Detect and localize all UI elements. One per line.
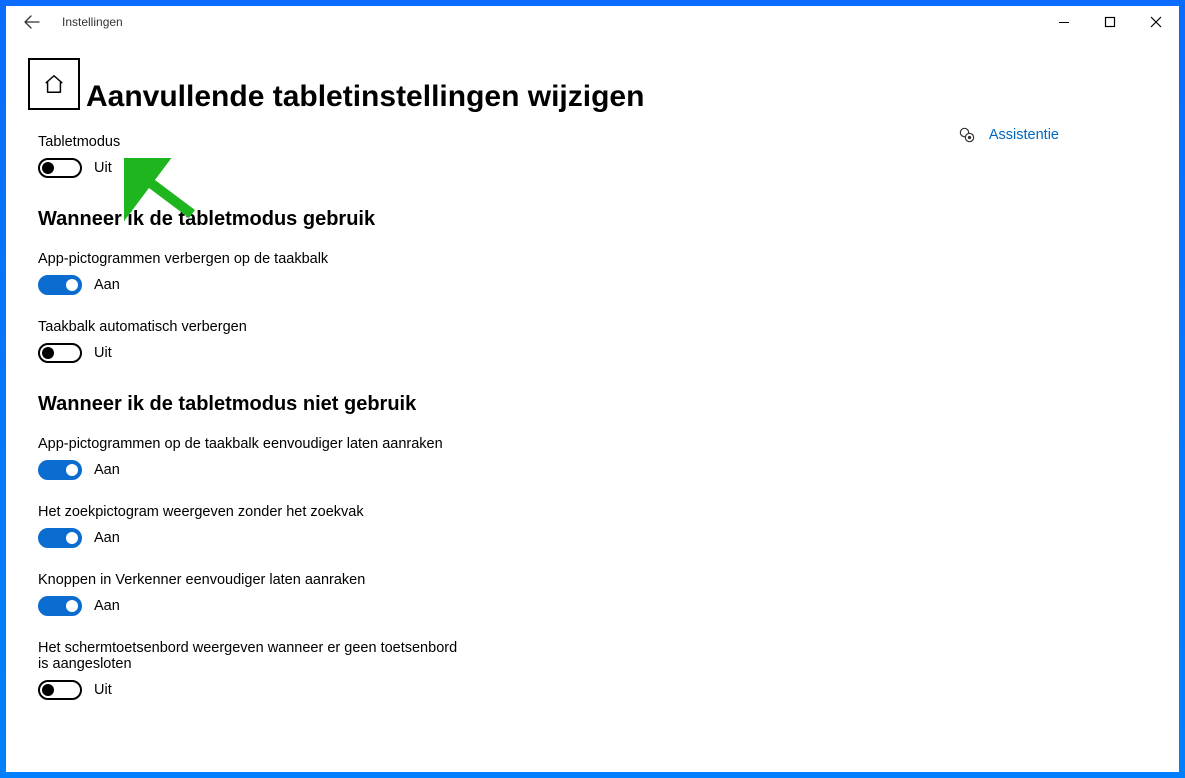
search-icon-state: Aan <box>94 530 120 546</box>
touch-icons-label: App-pictogrammen op de taakbalk eenvoudi… <box>38 436 658 452</box>
assist-link[interactable]: Assistentie <box>989 127 1059 143</box>
tablet-mode-toggle[interactable] <box>38 158 82 178</box>
auto-hide-taskbar-toggle[interactable] <box>38 343 82 363</box>
desktop-background: Instellingen <box>0 0 1185 778</box>
osk-label: Het schermtoetsenbord weergeven wanneer … <box>38 640 458 672</box>
search-icon-toggle[interactable] <box>38 528 82 548</box>
page-title: Aanvullende tabletinstellingen wijzigen <box>86 80 644 114</box>
titlebar-label: Instellingen <box>62 15 123 29</box>
search-icon-label: Het zoekpictogram weergeven zonder het z… <box>38 504 658 520</box>
titlebar: Instellingen <box>6 6 1179 38</box>
explorer-buttons-toggle[interactable] <box>38 596 82 616</box>
osk-state: Uit <box>94 682 112 698</box>
hide-app-icons-label: App-pictogrammen verbergen op de taakbal… <box>38 251 658 267</box>
hide-app-icons-state: Aan <box>94 277 120 293</box>
minimize-button[interactable] <box>1041 6 1087 38</box>
auto-hide-taskbar-label: Taakbalk automatisch verbergen <box>38 319 658 335</box>
heading-when-not-using: Wanneer ik de tabletmodus niet gebruik <box>38 393 658 416</box>
maximize-icon <box>1104 16 1116 28</box>
heading-when-using: Wanneer ik de tabletmodus gebruik <box>38 208 658 231</box>
hide-app-icons-toggle[interactable] <box>38 275 82 295</box>
tablet-mode-state: Uit <box>94 160 112 176</box>
osk-toggle[interactable] <box>38 680 82 700</box>
window-controls <box>1041 6 1179 38</box>
settings-window: Instellingen <box>6 6 1179 772</box>
home-icon <box>43 73 65 95</box>
explorer-buttons-label: Knoppen in Verkenner eenvoudiger laten a… <box>38 572 658 588</box>
auto-hide-taskbar-state: Uit <box>94 345 112 361</box>
assist-icon <box>957 125 977 145</box>
arrow-left-icon <box>24 14 40 30</box>
touch-icons-toggle[interactable] <box>38 460 82 480</box>
assist-section: Assistentie <box>957 125 1059 145</box>
back-button[interactable] <box>10 6 54 38</box>
close-icon <box>1150 16 1162 28</box>
close-button[interactable] <box>1133 6 1179 38</box>
home-button[interactable] <box>28 58 80 110</box>
tablet-mode-label: Tabletmodus <box>38 134 658 150</box>
maximize-button[interactable] <box>1087 6 1133 38</box>
explorer-buttons-state: Aan <box>94 598 120 614</box>
minimize-icon <box>1058 16 1070 28</box>
touch-icons-state: Aan <box>94 462 120 478</box>
settings-content: Tabletmodus Uit Wanneer ik de tabletmodu… <box>38 134 658 724</box>
